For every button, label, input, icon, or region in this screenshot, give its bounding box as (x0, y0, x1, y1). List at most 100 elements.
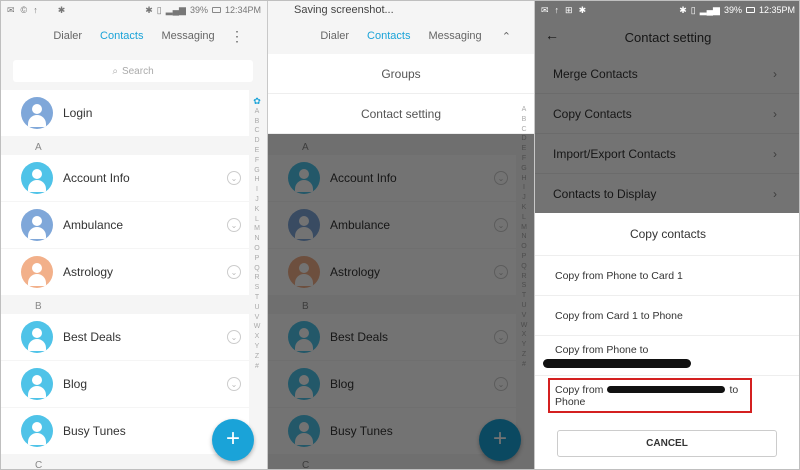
tab-messaging[interactable]: Messaging (419, 30, 490, 42)
upload-icon: ↑ (33, 5, 38, 15)
alphabet-index-letter[interactable]: I (251, 185, 263, 195)
search-input[interactable]: ⌕ Search (13, 60, 253, 82)
contact-row[interactable]: Ambulance ⌄ (268, 202, 516, 248)
contact-row[interactable]: Best Deals ⌄ (1, 314, 249, 360)
contact-row[interactable]: Blog ⌄ (268, 361, 516, 407)
tab-messaging[interactable]: Messaging (152, 30, 223, 42)
app-icon: ⊞ (565, 4, 573, 15)
bluetooth-status-icon: ✱ (145, 4, 153, 15)
alphabet-index-letter[interactable]: X (251, 332, 263, 342)
alphabet-index-letter[interactable]: R (251, 273, 263, 283)
chevron-down-icon[interactable]: ⌄ (227, 330, 241, 344)
tab-bar: Dialer Contacts Messaging ⌃ (268, 19, 534, 53)
signal-icon: ▂▄▆ (165, 4, 186, 15)
contact-row[interactable]: Astrology ⌄ (268, 249, 516, 295)
chevron-down-icon[interactable]: ⌄ (494, 330, 508, 344)
option-phone-to-card[interactable]: Copy from Phone to Card 1 (535, 255, 799, 295)
chevron-down-icon[interactable]: ⌄ (227, 171, 241, 185)
alphabet-index-letter[interactable]: E (251, 146, 263, 156)
alphabet-index-letter[interactable]: F (251, 156, 263, 166)
status-bar: ✉ © ↑ ✱ ✱ ▯ ▂▄▆ 39% 12:34PM (1, 1, 267, 19)
alphabet-index-letter: E (521, 145, 527, 153)
tab-dialer[interactable]: Dialer (311, 30, 358, 42)
alphabet-index-letter[interactable]: N (251, 234, 263, 244)
alphabet-index-letter[interactable]: W (251, 322, 263, 332)
option-card-to-phone[interactable]: Copy from Card 1 to Phone (535, 295, 799, 335)
tab-contacts[interactable]: Contacts (358, 30, 419, 42)
settings-background: Merge Contacts › Copy Contacts › Import/… (535, 1, 799, 214)
alphabet-index[interactable]: ✿ A B C D E F G H I J K L M N O P Q R S T U V W X Y Z # (251, 96, 263, 372)
menu-item-contact-setting[interactable]: Contact setting (268, 94, 534, 134)
alphabet-index-letter[interactable]: M (251, 224, 263, 234)
section-header-c: C (35, 459, 43, 470)
alphabet-index-letter[interactable]: B (251, 117, 263, 127)
alphabet-index-letter[interactable]: D (251, 136, 263, 146)
chevron-down-icon[interactable]: ⌄ (227, 377, 241, 391)
alphabet-index-letter[interactable]: # (251, 362, 263, 372)
option-phone-to-account[interactable]: Copy from Phone to (535, 335, 799, 375)
avatar (288, 256, 320, 288)
alphabet-index-letter: U (521, 301, 527, 309)
alphabet-index-letter[interactable]: Z (251, 352, 263, 362)
alphabet-index-letter: T (521, 292, 527, 300)
clock: 12:34PM (224, 5, 261, 15)
tab-dialer[interactable]: Dialer (44, 30, 91, 42)
alphabet-index-letter: P (521, 252, 527, 260)
alphabet-index-letter[interactable]: V (251, 313, 263, 323)
alphabet-index-letter[interactable]: K (251, 205, 263, 215)
menu-item-groups[interactable]: Groups (268, 54, 534, 94)
alphabet-index-letter: I (523, 184, 525, 192)
setting-copy-contacts[interactable]: Copy Contacts › (535, 94, 799, 134)
setting-merge-contacts[interactable]: Merge Contacts › (535, 54, 799, 94)
add-contact-button[interactable]: + (212, 419, 254, 461)
chevron-down-icon[interactable]: ⌄ (494, 171, 508, 185)
favorites-index-icon[interactable]: ✿ (251, 96, 263, 107)
alphabet-index-letter[interactable]: C (251, 126, 263, 136)
chevron-down-icon[interactable]: ⌄ (227, 218, 241, 232)
cancel-button[interactable]: CANCEL (557, 430, 777, 457)
screenshot-frame: ✉ © ↑ ✱ ✱ ▯ ▂▄▆ 39% 12:34PM Dialer Conta… (0, 0, 800, 470)
battery-icon (745, 7, 755, 13)
chevron-down-icon[interactable]: ⌄ (494, 265, 508, 279)
contact-row[interactable]: Blog ⌄ (1, 361, 249, 407)
contact-row[interactable]: Busy Tunes (268, 408, 516, 454)
alphabet-index-letter[interactable]: P (251, 254, 263, 264)
option-account-to-phone[interactable]: Copy from to Phone (535, 375, 799, 415)
alphabet-index-letter[interactable]: L (251, 215, 263, 225)
contact-row[interactable]: Account Info ⌄ (268, 155, 516, 201)
setting-contacts-to-display[interactable]: Contacts to Display › (535, 174, 799, 214)
page-title: Contact setting (624, 29, 712, 45)
login-row[interactable]: Login (1, 90, 249, 136)
contact-row[interactable]: Astrology ⌄ (1, 249, 249, 295)
alphabet-index-letter[interactable]: G (251, 166, 263, 176)
contact-row[interactable]: Ambulance ⌄ (1, 202, 249, 248)
alphabet-index-letter[interactable]: H (251, 175, 263, 185)
chevron-down-icon[interactable]: ⌄ (494, 377, 508, 391)
alphabet-index-letter[interactable]: A (251, 107, 263, 117)
contact-row[interactable]: Busy Tunes (1, 408, 249, 454)
contacts-screen: ✉ © ↑ ✱ ✱ ▯ ▂▄▆ 39% 12:34PM Dialer Conta… (1, 1, 267, 470)
alphabet-index-letter[interactable]: Y (251, 342, 263, 352)
alphabet-index-letter[interactable]: U (251, 303, 263, 313)
contact-row[interactable]: Best Deals ⌄ (268, 314, 516, 360)
alphabet-index-letter[interactable]: S (251, 283, 263, 293)
alphabet-index-letter: R (521, 272, 527, 280)
contact-row[interactable]: Account Info ⌄ (1, 155, 249, 201)
alphabet-index-letter[interactable]: J (251, 195, 263, 205)
setting-import-export[interactable]: Import/Export Contacts › (535, 134, 799, 174)
avatar (288, 368, 320, 400)
alphabet-index-letter: M (521, 223, 527, 231)
chevron-up-icon[interactable]: ⌃ (493, 30, 520, 43)
clock: 12:35PM (758, 5, 795, 15)
contact-name: Account Info (63, 171, 130, 185)
setting-label: Import/Export Contacts (553, 146, 676, 161)
chevron-down-icon[interactable]: ⌄ (494, 218, 508, 232)
alphabet-index-letter[interactable]: O (251, 244, 263, 254)
more-options-icon[interactable]: ⋮ (221, 28, 253, 45)
alphabet-index-letter: V (521, 311, 527, 319)
tab-contacts[interactable]: Contacts (91, 30, 152, 42)
alphabet-index-letter[interactable]: T (251, 293, 263, 303)
chevron-down-icon[interactable]: ⌄ (227, 265, 241, 279)
alphabet-index-letter[interactable]: Q (251, 264, 263, 274)
search-placeholder: Search (121, 65, 154, 77)
